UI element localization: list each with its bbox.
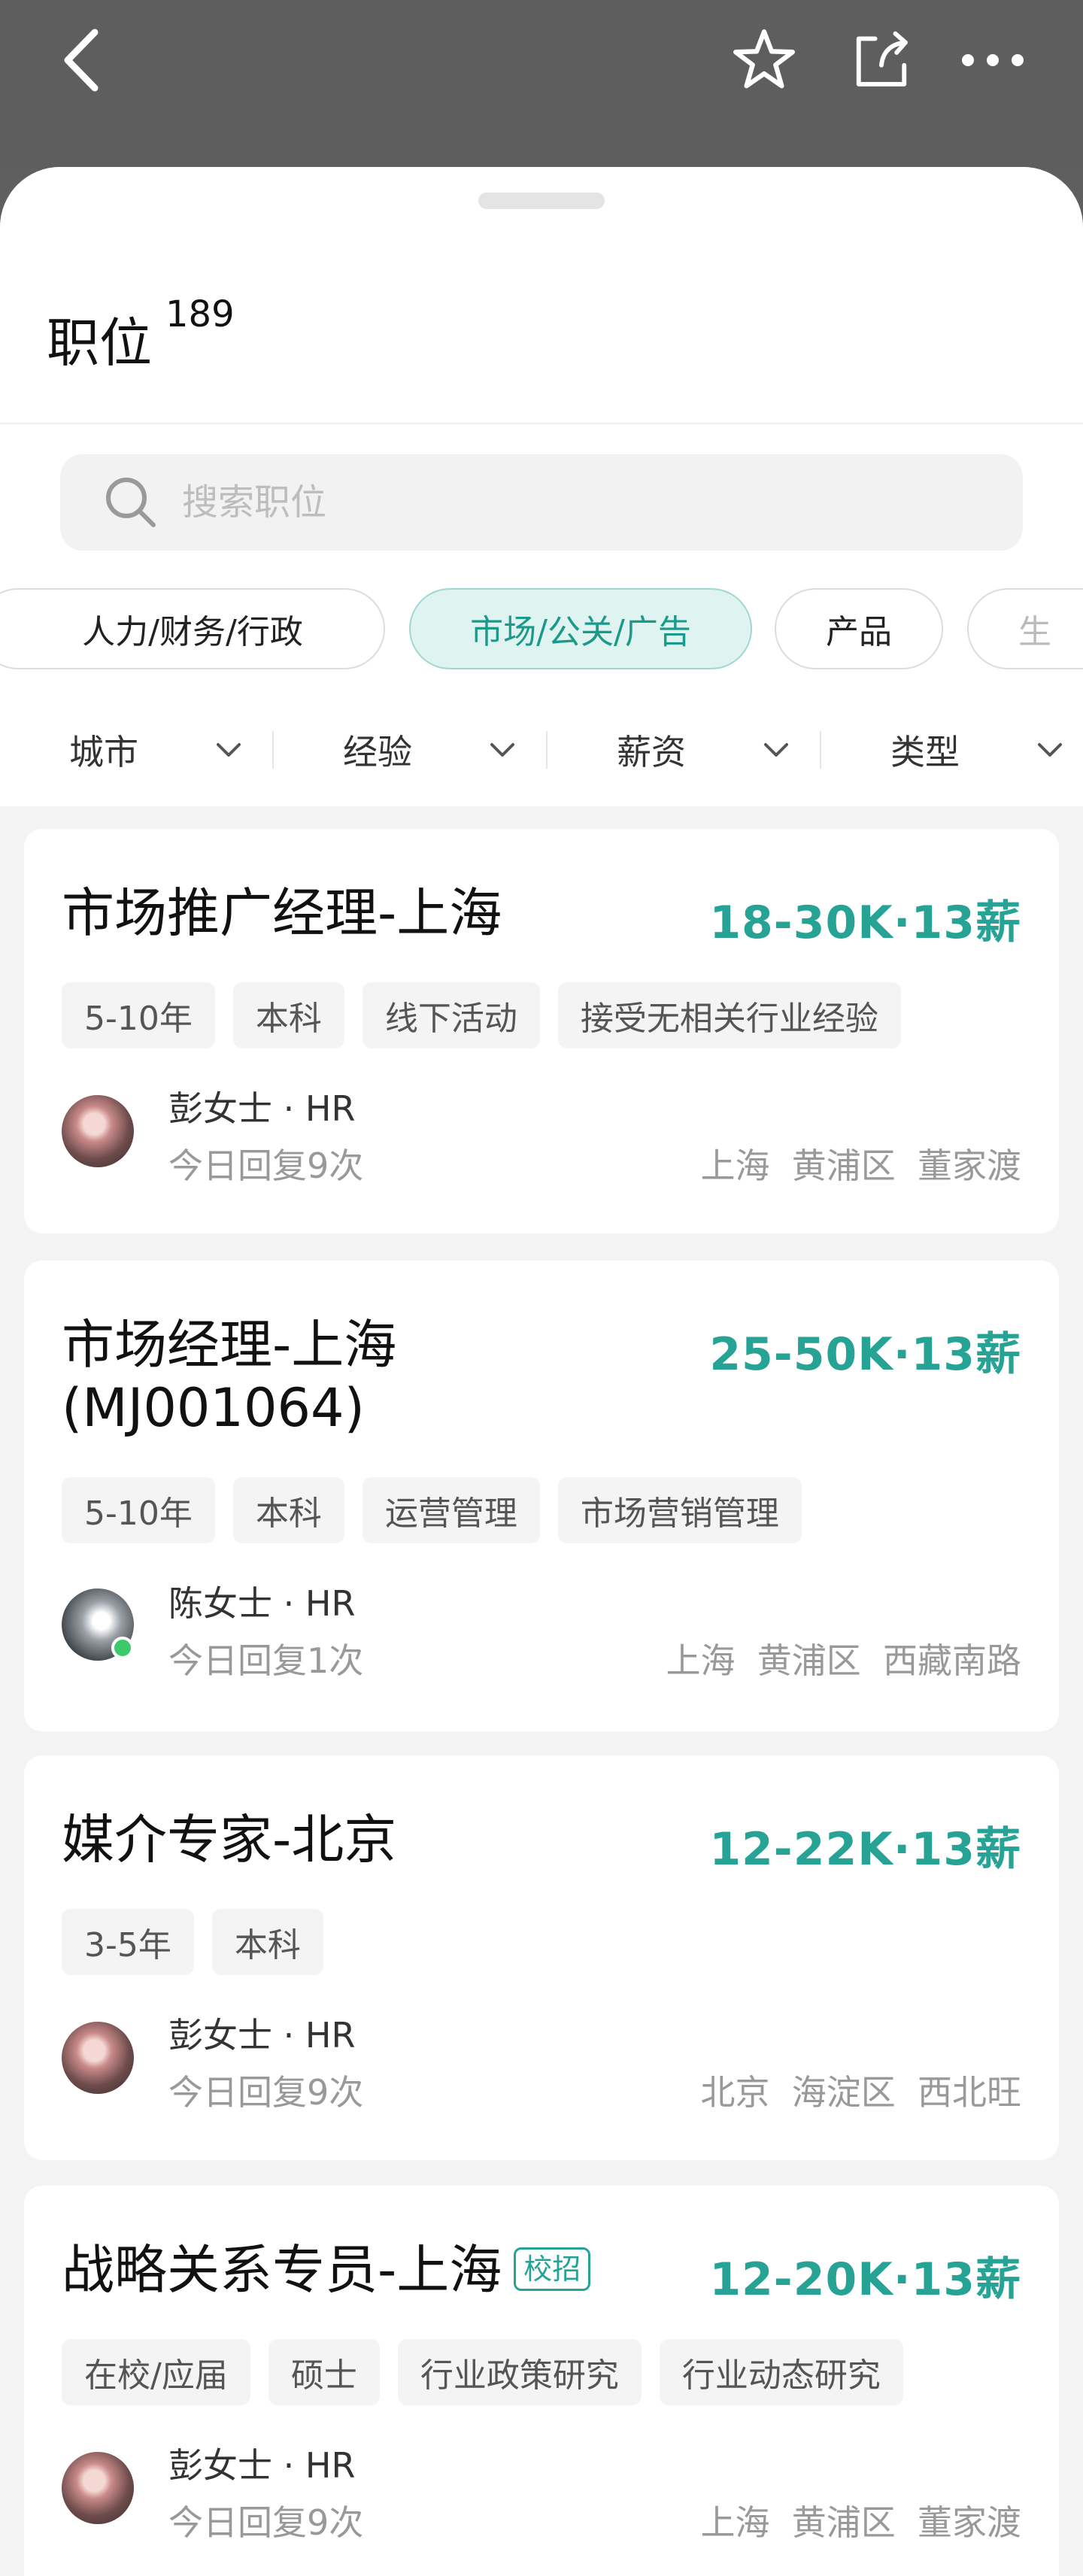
job-tags: 5-10年 本科 运营管理 市场营销管理 xyxy=(62,1477,802,1543)
job-location: 北京 海淀区 西北旺 xyxy=(700,2072,1022,2113)
star-icon xyxy=(733,29,795,89)
chevron-left-icon xyxy=(64,29,99,92)
job-tag: 线下活动 xyxy=(362,982,540,1048)
job-count: 189 xyxy=(165,293,235,335)
chip-product[interactable]: 产品 xyxy=(775,588,943,669)
job-title: 战略关系专员-上海 校招 xyxy=(62,2238,591,2301)
recruiter-name: 彭女士 · HR xyxy=(168,2445,356,2486)
page-title: 职位 xyxy=(47,312,152,374)
favorite-button[interactable] xyxy=(727,23,802,98)
job-title-line: (MJ001064) xyxy=(62,1377,365,1439)
more-button[interactable] xyxy=(955,23,1030,98)
search-icon xyxy=(106,478,156,527)
search-input[interactable] xyxy=(182,481,934,523)
chevron-down-icon xyxy=(490,743,514,757)
job-title-line: 市场经理-上海 xyxy=(62,1314,397,1376)
job-tag: 本科 xyxy=(232,982,344,1048)
back-button[interactable] xyxy=(44,23,119,98)
job-location: 上海 黄浦区 董家渡 xyxy=(700,2502,1022,2543)
online-status-dot xyxy=(111,1637,134,1659)
filter-divider xyxy=(820,731,821,769)
job-card[interactable]: 战略关系专员-上海 校招 12-20K·13薪 在校/应届 硕士 行业政策研究 行… xyxy=(24,2186,1059,2576)
job-title-text: 战略关系专员-上海 xyxy=(62,2239,502,2301)
filter-bar: 城市 经验 薪资 类型 xyxy=(0,708,1083,791)
job-tag: 3-5年 xyxy=(62,1909,194,1975)
recruiter-avatar xyxy=(62,1095,134,1167)
job-salary: 25-50K·13薪 xyxy=(709,1328,1021,1381)
job-card[interactable]: 媒介专家-北京 12-22K·13薪 3-5年 本科 彭女士 · HR 今日回复… xyxy=(24,1755,1059,2160)
sheet-header: 职位 189 人力/财务/行政 市场/公关/广告 产品 生 城市 经验 xyxy=(0,167,1083,806)
job-tag: 硕士 xyxy=(268,2339,380,2405)
job-location: 上海 黄浦区 西藏南路 xyxy=(666,1640,1022,1681)
filter-city[interactable]: 城市 xyxy=(69,708,250,791)
divider xyxy=(0,423,1083,424)
job-title: 市场推广经理-上海 xyxy=(62,882,502,944)
recruiter-avatar xyxy=(62,2022,134,2094)
job-salary: 12-20K·13薪 xyxy=(709,2253,1021,2306)
recruiter-name: 陈女士 · HR xyxy=(168,1583,356,1624)
chip-more-category[interactable]: 生 xyxy=(967,588,1083,669)
job-card[interactable]: 市场经理-上海 (MJ001064) 25-50K·13薪 5-10年 本科 运… xyxy=(24,1261,1059,1731)
chevron-down-icon xyxy=(217,743,241,757)
category-chips: 人力/财务/行政 市场/公关/广告 产品 生 xyxy=(0,588,1083,671)
chevron-down-icon xyxy=(1038,743,1062,757)
jobs-sheet: 职位 189 人力/财务/行政 市场/公关/广告 产品 生 城市 经验 xyxy=(0,167,1083,2576)
job-tag: 行业动态研究 xyxy=(659,2339,903,2405)
reply-count: 今日回复9次 xyxy=(168,2502,364,2543)
job-title: 市场经理-上海 (MJ001064) xyxy=(62,1313,396,1440)
job-tag: 接受无相关行业经验 xyxy=(557,982,901,1048)
campus-recruit-badge: 校招 xyxy=(514,2247,591,2291)
job-location: 上海 黄浦区 董家渡 xyxy=(700,1145,1022,1186)
job-title: 媒介专家-北京 xyxy=(62,1809,397,1871)
filter-type[interactable]: 类型 xyxy=(890,708,1071,791)
job-salary: 12-22K·13薪 xyxy=(709,1823,1021,1876)
drag-handle[interactable] xyxy=(478,193,605,209)
filter-divider xyxy=(272,731,274,769)
top-bar xyxy=(0,0,1083,173)
chip-hr-finance-admin[interactable]: 人力/财务/行政 xyxy=(0,588,385,669)
job-tag: 运营管理 xyxy=(362,1477,540,1543)
job-tag: 5-10年 xyxy=(62,1477,215,1543)
job-tag: 本科 xyxy=(211,1909,323,1975)
chevron-down-icon xyxy=(764,743,788,757)
share-icon xyxy=(856,31,908,86)
filter-city-label: 城市 xyxy=(69,732,138,772)
chip-marketing-pr-ads[interactable]: 市场/公关/广告 xyxy=(409,588,752,669)
reply-count: 今日回复9次 xyxy=(168,1145,364,1186)
filter-salary[interactable]: 薪资 xyxy=(617,708,797,791)
filter-experience-label: 经验 xyxy=(343,732,412,772)
job-tags: 5-10年 本科 线下活动 接受无相关行业经验 xyxy=(62,982,901,1048)
filter-type-label: 类型 xyxy=(890,732,960,772)
job-salary: 18-30K·13薪 xyxy=(709,897,1021,949)
job-tags: 在校/应届 硕士 行业政策研究 行业动态研究 xyxy=(62,2339,903,2405)
filter-divider xyxy=(546,731,548,769)
search-bar[interactable] xyxy=(60,454,1023,551)
recruiter-avatar xyxy=(62,2452,134,2524)
job-tags: 3-5年 本科 xyxy=(62,1909,323,1975)
reply-count: 今日回复9次 xyxy=(168,2072,364,2113)
recruiter-name: 彭女士 · HR xyxy=(168,1088,356,1129)
reply-count: 今日回复1次 xyxy=(168,1640,364,1681)
filter-salary-label: 薪资 xyxy=(617,732,686,772)
job-tag: 在校/应届 xyxy=(62,2339,250,2405)
more-icon xyxy=(962,54,1024,66)
job-tag: 5-10年 xyxy=(62,982,215,1048)
share-button[interactable] xyxy=(844,23,919,98)
job-tag: 市场营销管理 xyxy=(557,1477,802,1543)
job-tag: 行业政策研究 xyxy=(397,2339,642,2405)
filter-experience[interactable]: 经验 xyxy=(343,708,523,791)
job-card[interactable]: 市场推广经理-上海 18-30K·13薪 5-10年 本科 线下活动 接受无相关… xyxy=(24,829,1059,1233)
recruiter-name: 彭女士 · HR xyxy=(168,2015,356,2056)
job-tag: 本科 xyxy=(232,1477,344,1543)
